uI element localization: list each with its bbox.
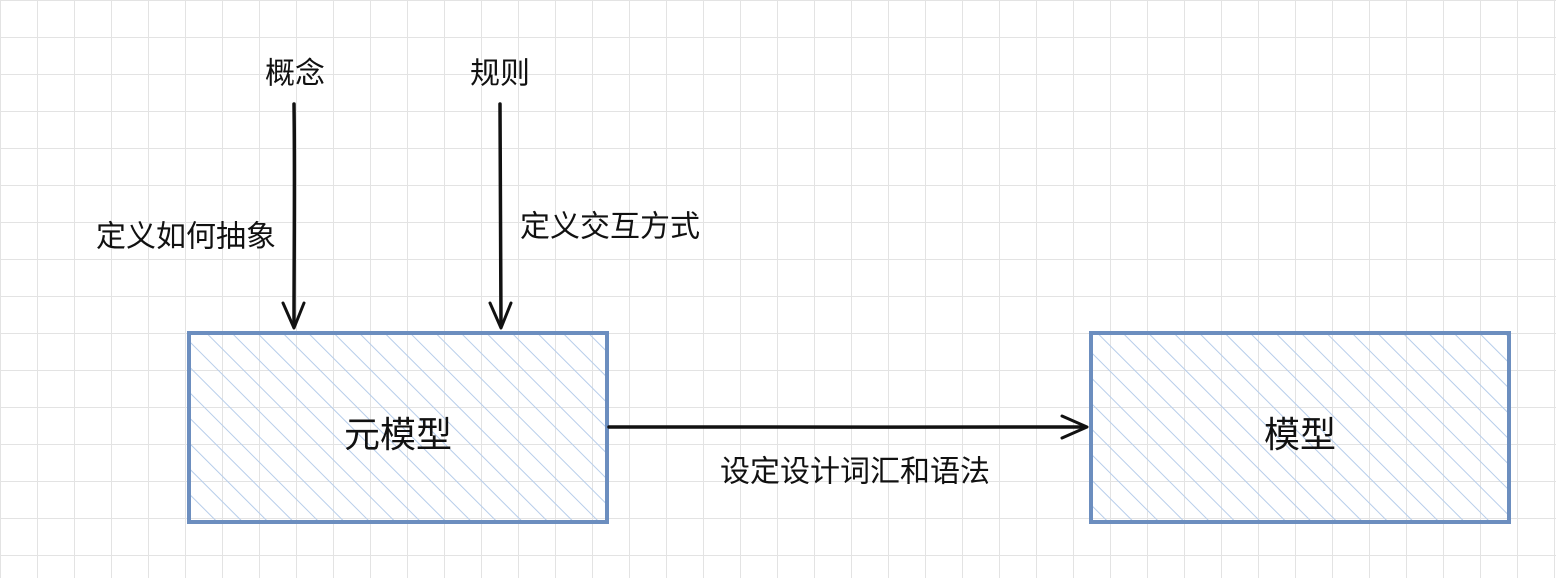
rule-label: 规则 [470,57,530,92]
model-label: 模型 [1264,415,1336,456]
concept-input: 概念 定义如何抽象 [96,57,325,330]
rule-annotation: 定义交互方式 [520,210,700,245]
rule-input: 规则 定义交互方式 [470,57,700,330]
metamodel-label: 元模型 [344,415,452,456]
rule-arrow-line [498,102,503,328]
edge-line [607,424,1087,430]
concept-label: 概念 [265,57,325,92]
metamodel-to-model-edge[interactable]: 设定设计词汇和语法 [607,414,1089,490]
edge-label: 设定设计词汇和语法 [720,455,990,490]
diagram-svg: 元模型 模型 概念 定义如何抽象 规则 定义交互方式 设定设计词汇和语法 [96,57,1511,524]
model-node[interactable]: 模型 [1089,331,1511,524]
concept-annotation: 定义如何抽象 [96,220,276,255]
metamodel-node[interactable]: 元模型 [187,331,609,524]
diagram-canvas: 元模型 模型 概念 定义如何抽象 规则 定义交互方式 设定设计词汇和语法 [0,0,1556,578]
